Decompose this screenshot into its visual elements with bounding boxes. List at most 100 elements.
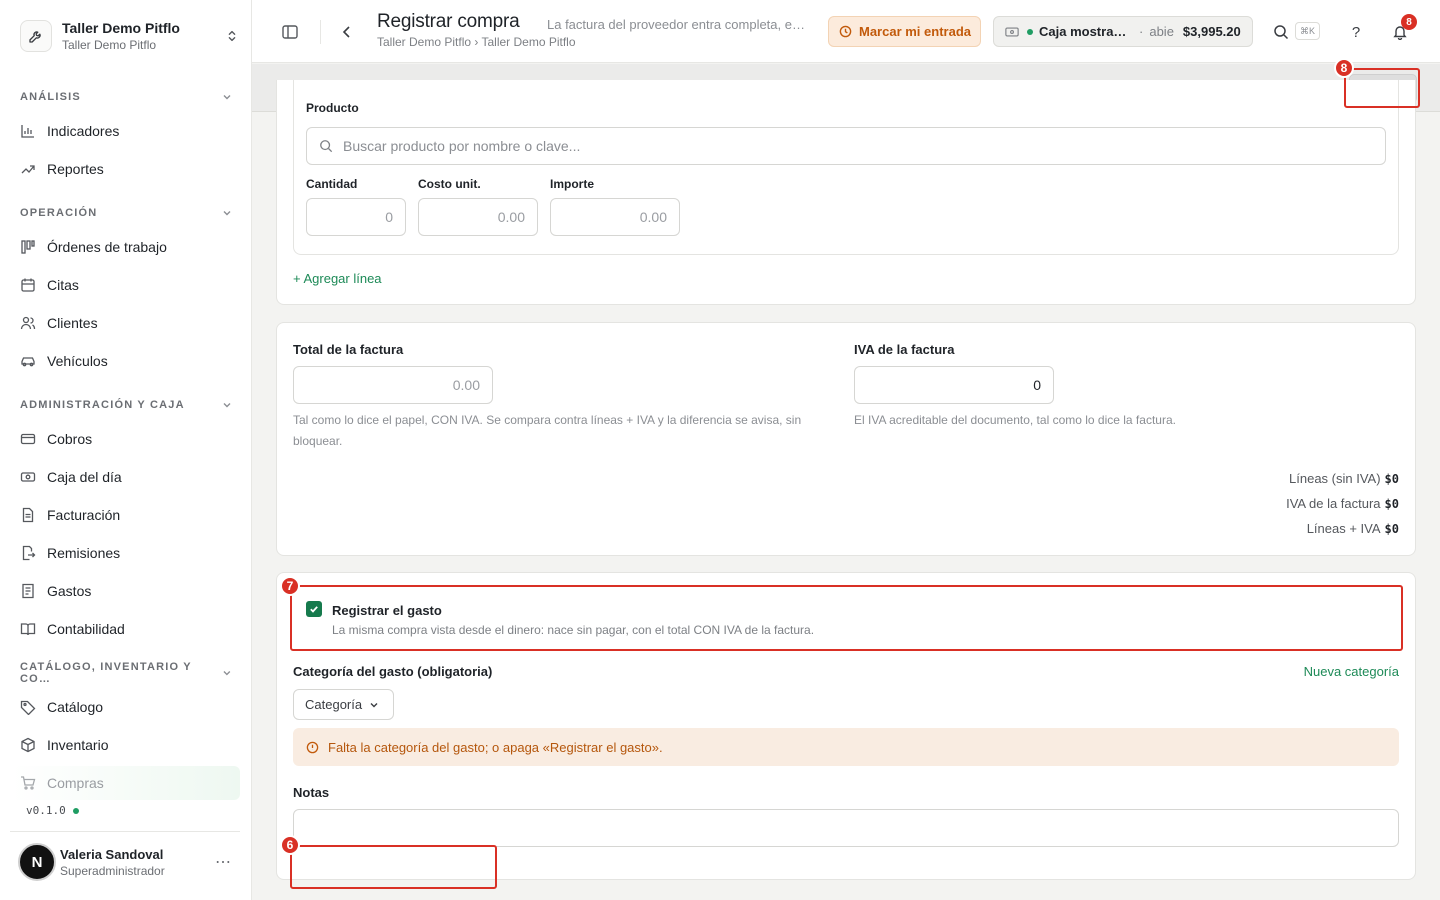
app-version: v0.1.0 (26, 804, 79, 817)
section-analisis[interactable]: ANÁLISIS (20, 87, 232, 107)
sidebar: Taller Demo Pitflo Taller Demo Pitflo AN… (0, 0, 252, 900)
invoice-iva-input[interactable]: 0 (854, 366, 1054, 404)
sidebar-item-clientes[interactable]: Clientes (12, 306, 240, 340)
status-dot (1027, 28, 1033, 35)
unit-cost-input[interactable]: 0.00 (418, 198, 538, 236)
more-horizontal-icon[interactable]: ⋯ (215, 852, 232, 872)
notes-input[interactable] (293, 809, 1399, 847)
sidebar-toggle-icon[interactable] (278, 20, 302, 44)
notes-label: Notas (293, 785, 330, 800)
annotation-marker-8: 8 (1334, 58, 1354, 78)
chevron-down-icon (223, 211, 231, 216)
document-icon (20, 507, 36, 523)
cart-icon (20, 775, 36, 791)
sidebar-item-label: Compras (47, 775, 104, 791)
mark-entry-button[interactable]: Marcar mi entrada (828, 16, 981, 47)
section-catalogo[interactable]: CATÁLOGO, INVENTARIO Y CO… (20, 661, 232, 685)
cash-icon (1005, 26, 1019, 38)
sidebar-item-label: Vehículos (47, 353, 108, 369)
warning-banner: Falta la categoría del gasto; o apaga «R… (293, 728, 1399, 766)
cash-separator: · (1139, 24, 1144, 39)
cash-icon (20, 469, 36, 485)
file-export-icon (20, 545, 36, 561)
sidebar-item-indicadores[interactable]: Indicadores (12, 114, 240, 148)
sidebar-item-label: Indicadores (47, 123, 120, 139)
workspace-name: Taller Demo Pitflo (62, 20, 180, 36)
sidebar-item-label: Facturación (47, 507, 121, 523)
search-placeholder: Buscar producto por nombre o clave... (343, 138, 581, 154)
sidebar-item-ordenes[interactable]: Órdenes de trabajo (12, 230, 240, 264)
amount-input[interactable]: 0.00 (550, 198, 680, 236)
user-role: Superadministrador (60, 863, 165, 878)
section-title: ANÁLISIS (20, 91, 81, 103)
cash-register-amount: $3,995.20 (1182, 24, 1241, 39)
version-label: v0.1.0 (26, 804, 66, 817)
chevron-down-icon (369, 700, 379, 710)
summary-label: Líneas + IVA (1306, 521, 1381, 536)
sidebar-item-contabilidad[interactable]: Contabilidad (12, 612, 240, 646)
sidebar-item-inventario[interactable]: Inventario (12, 728, 240, 762)
sidebar-item-reportes[interactable]: Reportes (12, 152, 240, 186)
sidebar-item-label: Catálogo (47, 699, 104, 715)
sidebar-item-citas[interactable]: Citas (12, 268, 240, 302)
invoice-total-input[interactable]: 0.00 (293, 366, 493, 404)
sidebar-item-vehiculos[interactable]: Vehículos (12, 344, 240, 378)
sidebar-item-gastos[interactable]: Gastos (12, 574, 240, 608)
section-administracion[interactable]: ADMINISTRACIÓN Y CAJA (20, 395, 232, 415)
clock-icon (839, 25, 852, 38)
search-icon (319, 139, 333, 153)
annotation-box-7 (290, 585, 1403, 651)
avatar: N (18, 843, 56, 881)
quantity-label: Cantidad (306, 177, 358, 191)
breadcrumb[interactable]: Taller Demo Pitflo › Taller Demo Pitflo (377, 35, 576, 49)
summary-value: $0 (1384, 522, 1399, 536)
help-icon[interactable]: ? (1344, 20, 1368, 44)
expense-category-label: Categoría del gasto (obligatoria) (293, 664, 493, 679)
calendar-icon (20, 277, 36, 293)
book-icon (20, 621, 36, 637)
quantity-input[interactable]: 0 (306, 198, 406, 236)
sidebar-item-facturacion[interactable]: Facturación (12, 498, 240, 532)
search-icon[interactable] (1269, 20, 1293, 44)
back-arrow-icon[interactable] (335, 20, 359, 44)
sidebar-item-catalogo[interactable]: Catálogo (12, 690, 240, 724)
workspace-subtitle: Taller Demo Pitflo (62, 38, 157, 52)
shortcut-hint: ⌘K (1295, 22, 1321, 40)
unit-cost-label: Costo unit. (418, 177, 481, 191)
new-category-link[interactable]: Nueva categoría (1304, 664, 1399, 679)
invoice-iva-help: El IVA acreditable del documento, tal co… (854, 413, 1176, 427)
car-icon (20, 353, 36, 369)
wrench-icon (20, 20, 52, 52)
user-menu[interactable]: N Valeria Sandoval Superadministrador ⋯ (18, 842, 240, 882)
sidebar-item-label: Caja del día (47, 469, 122, 485)
warning-text: Falta la categoría del gasto; o apaga «R… (328, 739, 663, 755)
annotation-marker-7: 7 (280, 576, 300, 596)
section-operacion[interactable]: OPERACIÓN (20, 203, 232, 223)
summary-iva-row: IVA de la factura $0 (1286, 496, 1399, 511)
sidebar-item-label: Gastos (47, 583, 92, 599)
annotation-box-6 (290, 845, 497, 889)
sidebar-item-label: Inventario (47, 737, 109, 753)
sidebar-item-caja[interactable]: Caja del día (12, 460, 240, 494)
product-label: Producto (306, 101, 359, 115)
summary-label: Líneas (sin IVA) (1289, 471, 1381, 486)
sidebar-item-label: Clientes (47, 315, 98, 331)
add-line-link[interactable]: + Agregar línea (293, 271, 382, 286)
workspace-switcher[interactable]: Taller Demo Pitflo Taller Demo Pitflo (20, 18, 240, 54)
chevron-down-icon (223, 671, 231, 676)
cash-register-name: Caja mostrad… (1039, 24, 1133, 39)
sidebar-item-remisiones[interactable]: Remisiones (12, 536, 240, 570)
sidebar-item-label: Reportes (47, 161, 104, 177)
sidebar-item-cobros[interactable]: Cobros (12, 422, 240, 456)
notification-badge: 8 (1401, 14, 1417, 30)
category-select[interactable]: Categoría (293, 689, 394, 720)
chevron-down-icon (223, 95, 231, 100)
divider (320, 20, 321, 44)
receipt-icon (20, 583, 36, 599)
sidebar-item-label: Órdenes de trabajo (47, 239, 167, 255)
product-search-input[interactable]: Buscar producto por nombre o clave... (306, 127, 1386, 165)
chevrons-up-down-icon (224, 24, 240, 48)
mark-entry-label: Marcar mi entrada (859, 24, 971, 39)
sidebar-item-compras[interactable]: Compras (12, 766, 240, 800)
cash-register-button[interactable]: Caja mostrad… · abie $3,995.20 (993, 16, 1253, 47)
